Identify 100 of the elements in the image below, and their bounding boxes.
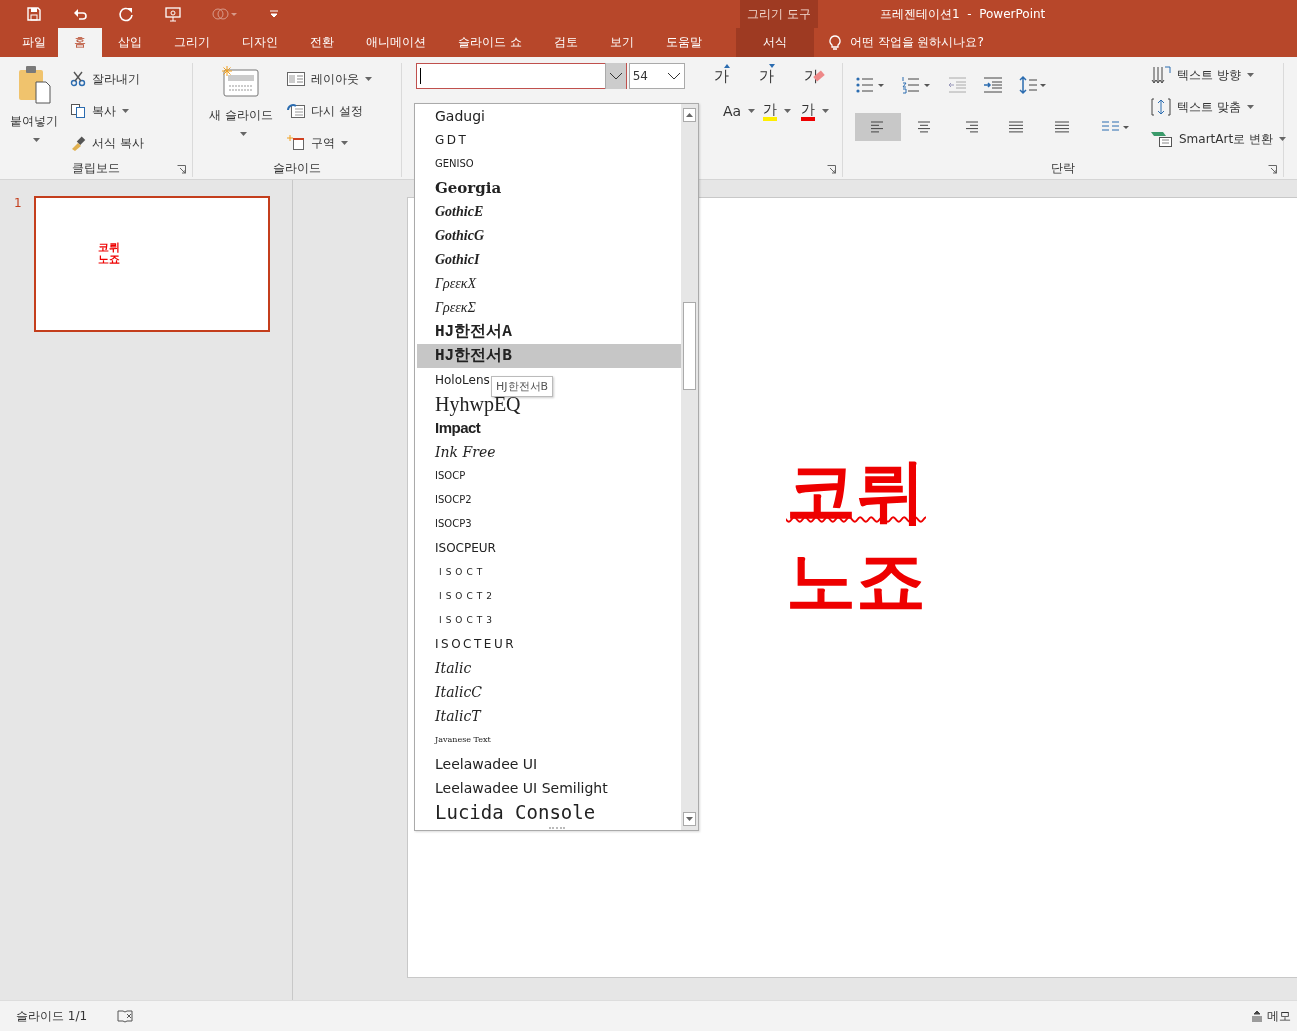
font-list-item[interactable]: ISOCT (417, 560, 491, 584)
ribbon-tab[interactable]: 보기 (593, 28, 650, 57)
alignment-icon (1008, 120, 1024, 134)
clipboard-icon (16, 65, 52, 105)
scroll-thumb[interactable] (683, 302, 696, 390)
shrink-font-button[interactable]: 가 (744, 66, 790, 86)
layout-button[interactable]: 레이아웃 (287, 67, 372, 91)
caret-icon (32, 138, 40, 142)
font-list-item[interactable]: ISOCT3 (417, 608, 500, 632)
font-list-item[interactable]: Leelawadee UI Semilight (417, 776, 612, 800)
font-list-item[interactable]: GDT (417, 128, 473, 152)
section-button[interactable]: 구역 (287, 131, 372, 155)
ribbon-tab[interactable]: 홈 (58, 28, 102, 57)
font-list-item[interactable]: GothicE (417, 200, 488, 224)
caret-icon (822, 109, 829, 113)
font-color-button[interactable]: 가 (796, 101, 834, 121)
font-list-item[interactable]: ISOCTEUR (417, 632, 520, 656)
reset-icon (287, 103, 305, 119)
font-list-item[interactable]: GothicI (417, 248, 484, 272)
lightbulb-icon (827, 34, 842, 51)
scroll-up-icon[interactable] (683, 108, 696, 122)
font-list-item[interactable]: ΓρεεκΧ (417, 272, 480, 296)
font-list-item[interactable]: GENISO (417, 152, 478, 176)
group-label: 슬라이드 (273, 159, 321, 177)
bullets-icon[interactable] (855, 75, 885, 95)
scrollbar[interactable] (681, 104, 698, 830)
reset-button[interactable]: 다시 설정 (287, 99, 372, 123)
highlight-button[interactable]: 가 (758, 101, 796, 121)
caret-icon (365, 77, 372, 81)
caret-icon (1246, 73, 1254, 77)
font-list-item[interactable]: Georgia (417, 176, 506, 200)
ribbon-tab[interactable]: 삽입 (102, 28, 158, 57)
dialog-launcher-icon[interactable] (827, 165, 836, 174)
notes-button[interactable]: 메모 (1251, 1007, 1291, 1025)
font-list-item[interactable]: ISOCP3 (417, 512, 476, 536)
redo-icon[interactable] (118, 6, 134, 22)
ribbon-tab[interactable]: 전환 (294, 28, 350, 57)
caret-icon (1246, 105, 1254, 109)
line-spacing-icon[interactable] (1019, 75, 1047, 95)
ribbon-tab[interactable]: 디자인 (226, 28, 294, 57)
font-list-item[interactable]: Javanese Text (417, 728, 495, 752)
font-list-item[interactable]: Ink Free (417, 440, 500, 464)
ribbon-tab[interactable]: 도움말 (649, 28, 718, 57)
notes-icon (1251, 1010, 1263, 1022)
slide-text: 코뤼 (786, 449, 926, 534)
smartart-icon (1151, 130, 1173, 148)
dialog-launcher-icon[interactable] (1268, 165, 1277, 174)
caret-icon (784, 109, 791, 113)
paste-button[interactable]: 붙여넣기 (8, 63, 60, 159)
font-list-item[interactable]: Gadugi (417, 104, 489, 128)
font-list-item[interactable]: ΓρεεκΣ (417, 296, 480, 320)
ribbon-tab[interactable]: 그리기 (158, 28, 226, 57)
font-list-item[interactable]: Italic (417, 656, 476, 680)
presentation-icon[interactable] (164, 6, 182, 22)
slide-thumbnail[interactable]: 코뤼 노죠 (33, 196, 270, 332)
font-list-item[interactable]: ISOCP (417, 464, 470, 488)
font-list-item[interactable]: ISOCP2 (417, 488, 476, 512)
format-painter-button[interactable]: 서식 복사 (70, 131, 144, 155)
font-list-item[interactable]: Impact (417, 416, 485, 440)
ribbon-tab[interactable]: 파일 (12, 28, 58, 57)
ribbon-tab[interactable]: 애니메이션 (350, 28, 442, 57)
font-list-item[interactable]: HoloLens (417, 368, 494, 392)
alignment-icon (916, 120, 932, 134)
tell-me-search[interactable]: 어떤 작업을 원하시나요? (827, 28, 984, 57)
font-list-item[interactable]: Lucida Console (417, 800, 600, 824)
chevron-down-icon[interactable] (666, 70, 683, 82)
change-case-button[interactable]: Aa (720, 103, 758, 119)
ribbon-tab[interactable]: 슬라이드 쇼 (442, 28, 538, 57)
cut-button[interactable]: 잘라내기 (70, 67, 144, 91)
font-size-field[interactable]: 54 (628, 63, 686, 89)
align-text-button[interactable]: 텍스트 맞춤 (1151, 95, 1286, 119)
font-list-item[interactable]: HJ한전서B (417, 344, 681, 368)
alignment-button[interactable] (855, 113, 901, 141)
group-label: 클립보드 (72, 159, 120, 177)
ribbon-tab[interactable]: 검토 (537, 28, 594, 57)
scroll-down-icon[interactable] (683, 812, 696, 826)
section-icon (287, 135, 305, 151)
font-list-item[interactable]: HJ한전서A (417, 320, 516, 344)
copy-button[interactable]: 복사 (70, 99, 144, 123)
spell-check-icon[interactable] (117, 1009, 134, 1023)
alignment-icon (870, 120, 886, 134)
font-list-item[interactable]: ItalicC (417, 680, 486, 704)
ribbon-tab[interactable]: 서식 (735, 28, 814, 57)
new-slide-button[interactable]: 새 슬라이드 (205, 63, 277, 159)
text-direction-button[interactable]: 텍스트 방향 (1151, 63, 1286, 87)
dialog-launcher-icon[interactable] (177, 165, 186, 174)
font-list-item[interactable]: GothicG (417, 224, 488, 248)
window-title: 프레젠테이션1 - PowerPoint (880, 5, 1046, 23)
increase-indent-icon[interactable] (983, 75, 1003, 95)
smartart-button[interactable]: SmartArt로 변환 (1151, 127, 1286, 151)
slide-number: 1 (14, 196, 22, 212)
caret-icon (122, 109, 129, 113)
align-text-icon (1151, 97, 1171, 117)
grow-font-button[interactable]: 가 (699, 66, 745, 86)
save-icon[interactable] (26, 6, 42, 22)
font-list-item[interactable]: ISOCPEUR (417, 536, 500, 560)
font-list-item[interactable]: ISOCT2 (417, 584, 500, 608)
font-list-item[interactable]: ItalicT (417, 704, 485, 728)
font-name-field[interactable] (416, 63, 627, 89)
font-list-item[interactable]: Leelawadee UI (417, 752, 542, 776)
